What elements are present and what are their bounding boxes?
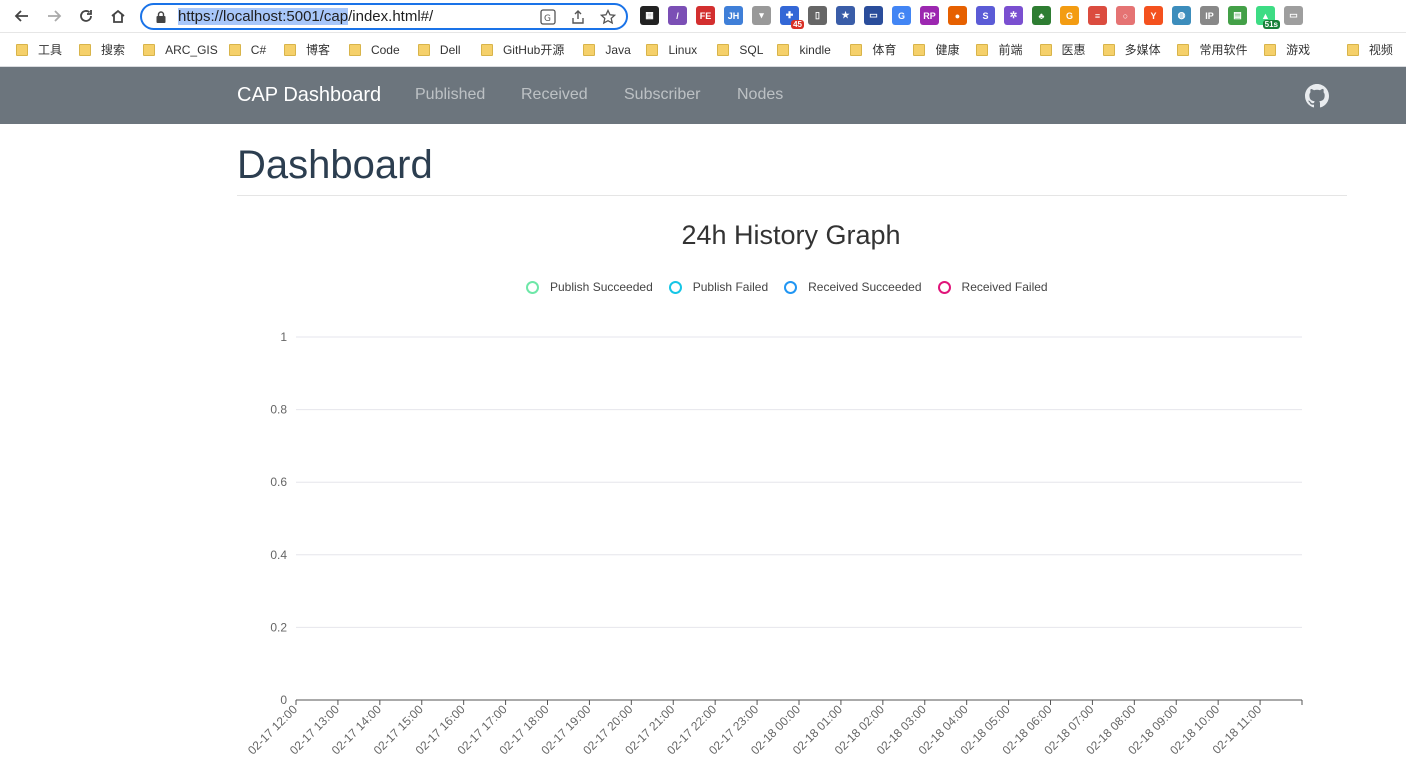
y-tick-label: 1 (280, 330, 287, 344)
y-tick-label: 0.4 (270, 548, 287, 562)
y-tick-label: 0.8 (270, 403, 287, 417)
y-tick-label: 0.6 (270, 475, 287, 489)
y-tick-label: 0.2 (270, 620, 287, 634)
history-line-chart: 00.20.40.60.8102-17 12:0002-17 13:0002-1… (245, 330, 1303, 757)
